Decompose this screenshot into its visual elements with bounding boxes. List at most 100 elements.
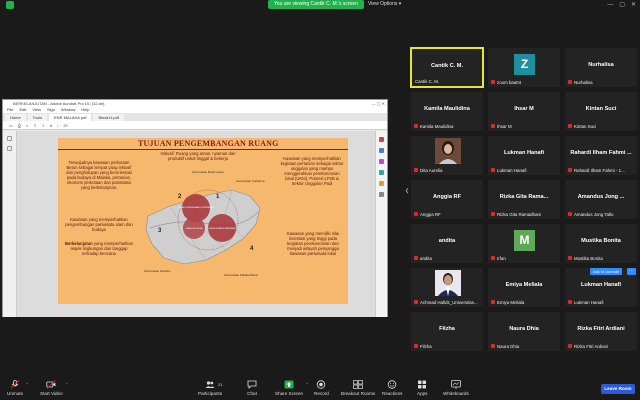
- caret-up-icon[interactable]: ^: [26, 381, 28, 386]
- share-screen-button[interactable]: Share Screen ^: [275, 380, 308, 396]
- page-total: 20: [63, 122, 68, 128]
- menu-sign[interactable]: Sign: [47, 107, 55, 113]
- ask-to-unmute-button[interactable]: Ask to Unmute: [590, 268, 623, 275]
- video-tile[interactable]: M Irfan: [487, 223, 561, 264]
- tile-name-large: Lukman Hanafi: [503, 150, 545, 156]
- tile-name-large: Mustika Bonita: [581, 238, 621, 244]
- video-tile[interactable]: Lukman Hanafi Lukman Hanafi: [487, 135, 561, 176]
- video-tile[interactable]: Amandus Jong ... Amandus Jong Tallo: [564, 179, 638, 220]
- close-icon[interactable]: ✕: [631, 1, 636, 9]
- page-up-icon[interactable]: ⇧: [33, 123, 36, 128]
- acrobat-right-tools: [375, 131, 387, 317]
- breakout-rooms-button[interactable]: Breakout Rooms: [341, 380, 375, 396]
- acrobat-document-area: TUJUAN PENGEMBANGAN RUANG Inklusif: Ruan…: [3, 131, 387, 317]
- print-icon[interactable]: ⎙: [18, 123, 21, 128]
- attachment-icon[interactable]: [7, 146, 12, 151]
- bookmark-icon[interactable]: [7, 136, 12, 141]
- participant-photo-man: [435, 270, 461, 296]
- mic-muted-icon: [491, 168, 495, 172]
- mic-muted-icon: [414, 344, 418, 348]
- more-options-button[interactable]: ···: [627, 268, 636, 275]
- mic-muted-icon: [568, 168, 572, 172]
- video-tile[interactable]: Naura Dhia Naura Dhia: [487, 311, 561, 352]
- video-tile[interactable]: Rahardi Ilham Fahmi ... Rahardi Ilham Fa…: [564, 135, 638, 176]
- video-tile[interactable]: Ihsar M Ihsar M: [487, 91, 561, 132]
- tile-name-large: Cantik C. M.: [430, 63, 463, 69]
- video-tile[interactable]: Emiya Meliala Emiya Meliala: [487, 267, 561, 308]
- organize-icon[interactable]: [379, 170, 384, 175]
- view-options-button[interactable]: View Options ▾: [368, 0, 401, 9]
- zoom-meeting-window: You are viewing Cantik C. M.'s screen Vi…: [0, 0, 640, 400]
- maximize-icon[interactable]: ▢: [619, 1, 625, 9]
- video-tile[interactable]: Achmad Hafidz_Universitas...: [410, 267, 484, 308]
- tab-tools[interactable]: Tools: [27, 114, 48, 121]
- video-tile[interactable]: Cantik C. M. Cantik C. M.: [410, 47, 484, 88]
- map-label-east: Kecamatan Kobalima: [236, 179, 265, 183]
- tab-home[interactable]: Home: [5, 114, 26, 121]
- tile-name-label: Naura Dhia: [497, 344, 520, 349]
- tile-name-label: Kamila Maulidina: [420, 124, 454, 129]
- slide-inclusive-text: Inklusif: Ruang yang aman, nyaman dan pr…: [160, 151, 236, 161]
- tile-name-large: Rizka Gita Rama...: [499, 194, 549, 200]
- unmute-button[interactable]: Unmute ^: [7, 380, 28, 396]
- apps-button[interactable]: Apps: [417, 380, 427, 396]
- slide-page: TUJUAN PENGEMBANGAN RUANG Inklusif: Ruan…: [58, 138, 348, 304]
- edit-pdf-icon[interactable]: [379, 148, 384, 153]
- video-tile[interactable]: Rizka Fitri Ardiani Rizka Fitri Ardiani: [564, 311, 638, 352]
- video-tile[interactable]: Filzha Filzha: [410, 311, 484, 352]
- caret-up-icon[interactable]: ^: [306, 381, 308, 386]
- video-tile[interactable]: Anggia RF Anggia RF: [410, 179, 484, 220]
- acrobat-tabs: Home Tools ENR MALAKA.pdf Binder1.pdf: [3, 113, 387, 121]
- search-icon[interactable]: ⌕: [26, 123, 28, 128]
- leave-room-button[interactable]: Leave Room: [601, 384, 635, 394]
- unmute-label: Unmute: [7, 391, 24, 396]
- page-number[interactable]: 6: [50, 123, 52, 128]
- video-tile[interactable]: Z zoom baa04: [487, 47, 561, 88]
- tile-name-label: zoom baa04: [497, 80, 522, 85]
- video-tile[interactable]: Nurhalisa Nurhalisa: [564, 47, 638, 88]
- record-button[interactable]: Record: [314, 380, 329, 396]
- video-tile[interactable]: Kintan Suci Kintan Suci: [564, 91, 638, 132]
- whiteboards-button[interactable]: Whiteboards: [443, 380, 469, 396]
- tile-name-large: Ihsar M: [514, 106, 534, 112]
- share-screen-icon: [284, 380, 294, 389]
- mic-muted-icon: [414, 256, 418, 260]
- pdf-export-icon[interactable]: [379, 137, 384, 142]
- start-video-button[interactable]: Start Video ^: [40, 380, 68, 396]
- save-icon[interactable]: ▭: [9, 123, 13, 128]
- reactions-button[interactable]: Reactions: [382, 380, 402, 396]
- collapse-gallery-icon[interactable]: ❮: [405, 188, 409, 198]
- menu-help[interactable]: Help: [81, 107, 89, 113]
- tile-name-label: Rahardi Ilham Fahmi - 1...: [574, 168, 625, 173]
- minimize-icon[interactable]: —: [607, 1, 613, 9]
- fill-sign-icon[interactable]: [379, 181, 384, 186]
- menu-file[interactable]: File: [7, 107, 13, 113]
- menu-edit[interactable]: Edit: [19, 107, 26, 113]
- menu-window[interactable]: Window: [61, 107, 75, 113]
- video-tile[interactable]: Dita Aurelia: [410, 135, 484, 176]
- more-tools-icon[interactable]: [379, 192, 384, 197]
- view-options-label: View Options: [368, 1, 398, 7]
- video-tile[interactable]: andita andita: [410, 223, 484, 264]
- mic-muted-icon: [491, 256, 495, 260]
- map-label-north: Kecamatan Bulat Lodoe: [192, 170, 224, 174]
- mic-muted-icon: [568, 344, 572, 348]
- map-label-southwest: Kecamatan Wewiku: [144, 269, 171, 273]
- tile-name-large: Emiya Meliala: [505, 282, 543, 288]
- tile-name-label: Filzha: [420, 344, 432, 349]
- video-tile[interactable]: Rizka Gita Rama... Rizka Gita Ramadhani: [487, 179, 561, 220]
- mic-muted-icon: [414, 124, 418, 128]
- tab-enr-malaka[interactable]: ENR MALAKA.pdf: [49, 114, 92, 121]
- video-tile[interactable]: Kamila Maulidina Kamila Maulidina: [410, 91, 484, 132]
- menu-view[interactable]: View: [32, 107, 41, 113]
- tile-name-large: Kintan Suci: [585, 106, 617, 112]
- page-down-icon[interactable]: ⇩: [42, 123, 45, 128]
- video-tile[interactable]: Mustika Bonita Mustika Bonita: [564, 223, 638, 264]
- chat-button[interactable]: Chat: [247, 380, 257, 396]
- comment-icon[interactable]: [379, 159, 384, 164]
- caret-up-icon[interactable]: ^: [66, 381, 68, 386]
- tab-binder1[interactable]: Binder1.pdf: [93, 114, 124, 121]
- security-shield-icon[interactable]: [6, 1, 14, 9]
- slide-vision-text: Terwujudnya kawasan perkotaan Betun seba…: [66, 160, 132, 190]
- tile-name-large: Kamila Maulidina: [424, 106, 470, 112]
